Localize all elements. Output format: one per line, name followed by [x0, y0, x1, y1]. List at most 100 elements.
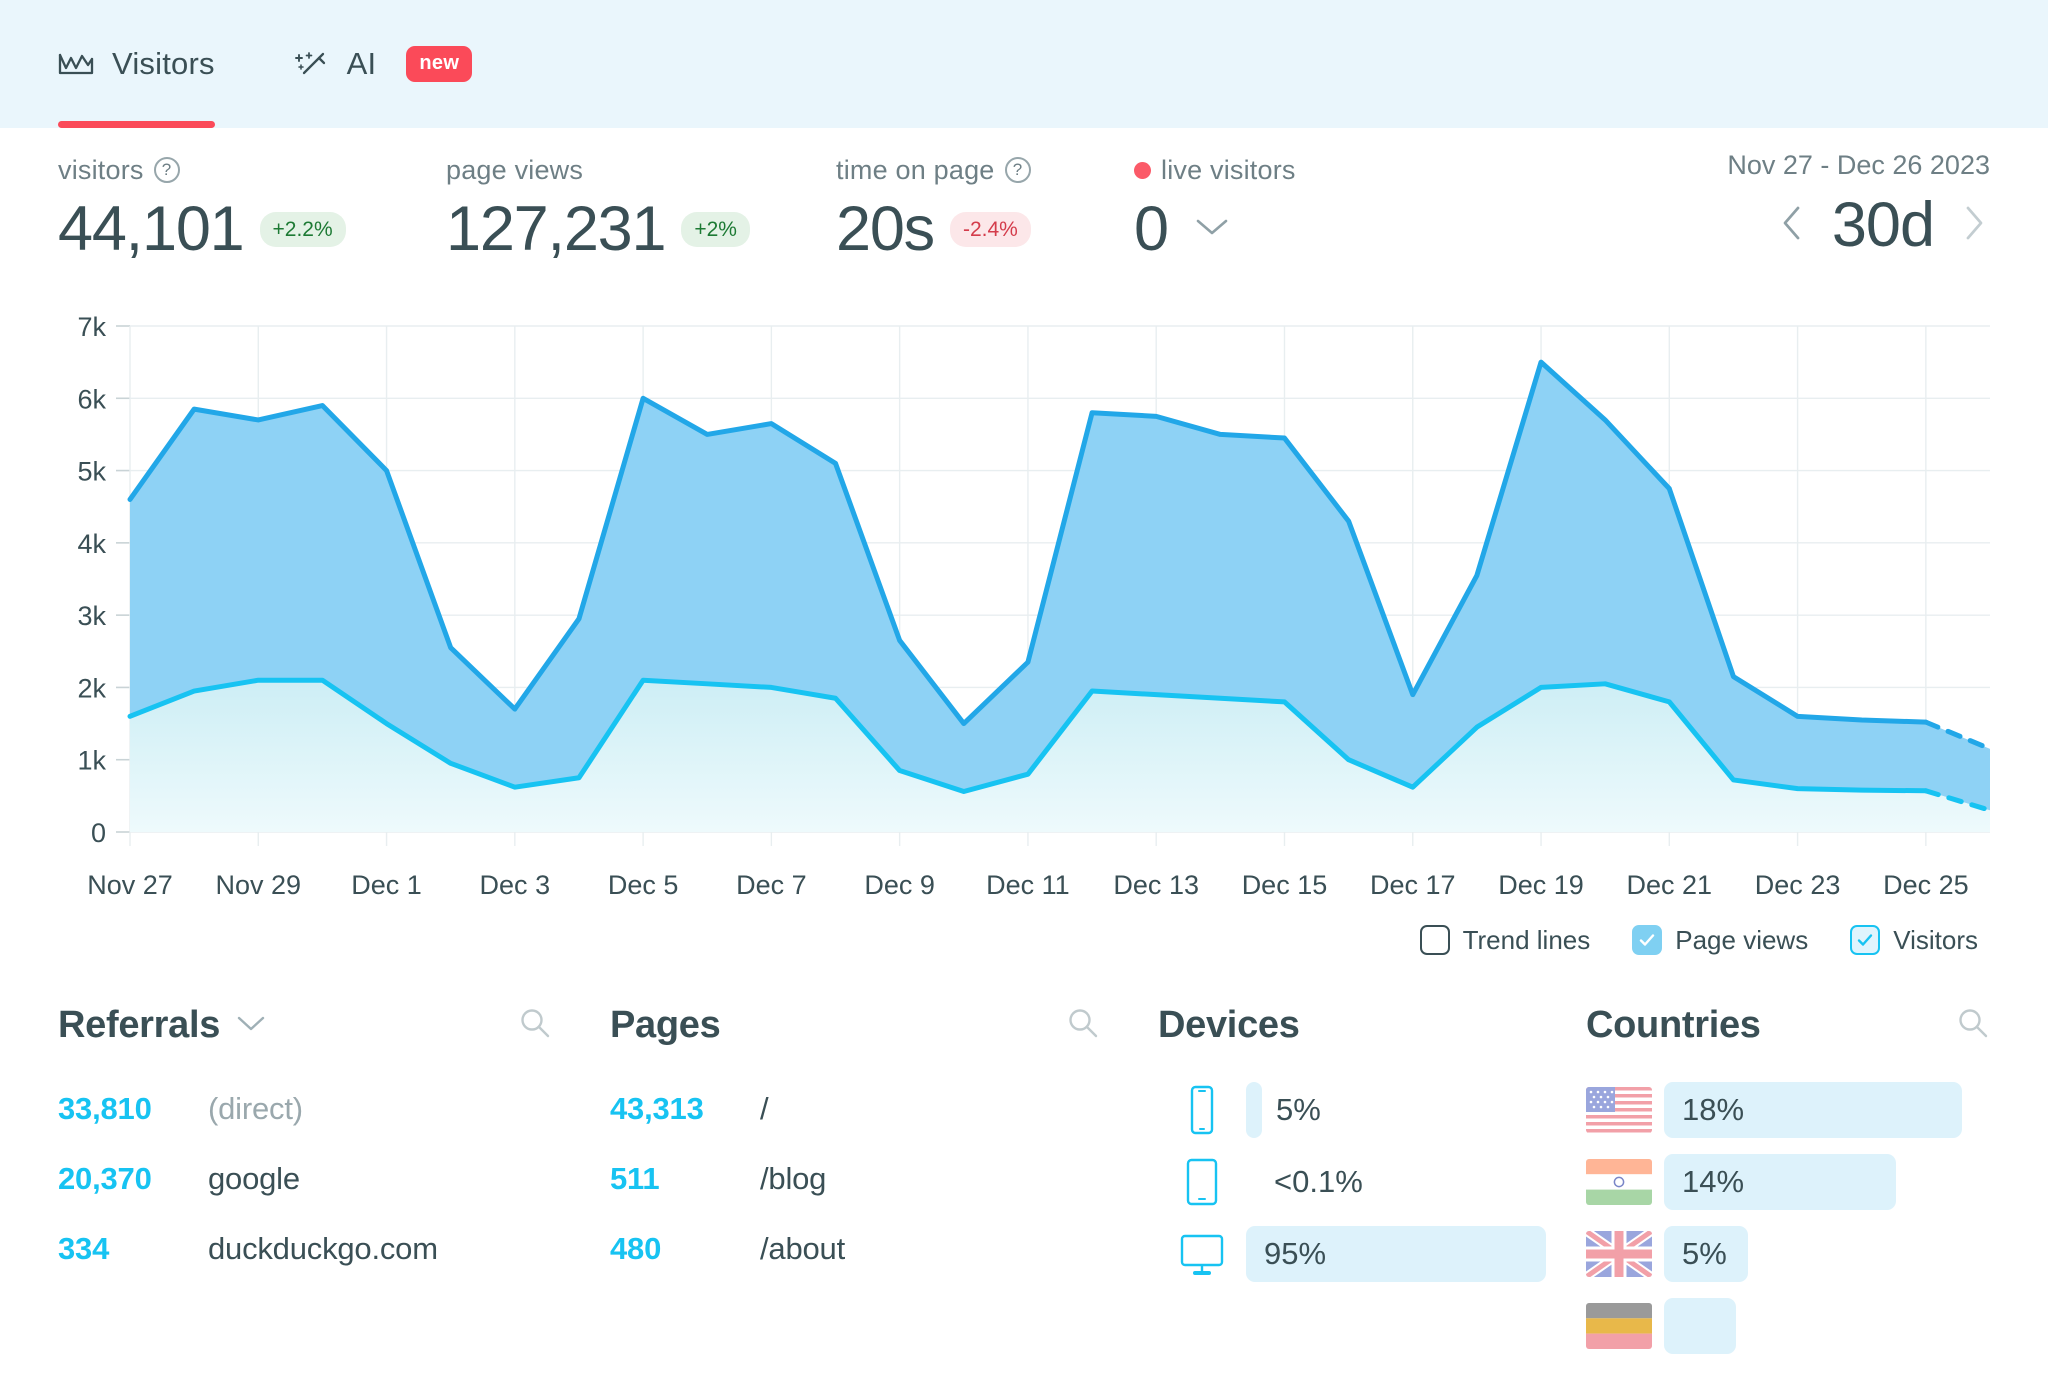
svg-text:Dec 25: Dec 25	[1883, 870, 1969, 900]
referral-label: (direct)	[208, 1091, 303, 1126]
device-row[interactable]: <0.1%	[1158, 1146, 1586, 1218]
legend-page-views[interactable]: Page views	[1632, 925, 1808, 956]
device-row[interactable]: 95%	[1158, 1218, 1586, 1290]
svg-text:Dec 7: Dec 7	[736, 870, 807, 900]
stat-time-on-page: time on page ? 20s -2.4%	[836, 150, 1134, 261]
stat-live-visitors-label: live visitors	[1161, 154, 1296, 185]
panel-pages-head: Pages	[610, 994, 1158, 1056]
stat-time-on-page-head: time on page ?	[836, 150, 1134, 190]
panel-referrals-head: Referrals	[58, 994, 610, 1056]
page-count: 43,313	[610, 1091, 704, 1126]
panel-countries-title: Countries	[1586, 1003, 1761, 1046]
page-count: 511	[610, 1161, 660, 1196]
device-bar	[1246, 1082, 1262, 1138]
referral-count: 20,370	[58, 1161, 152, 1196]
country-row[interactable]	[1586, 1290, 1990, 1362]
tablet-icon	[1158, 1156, 1246, 1208]
search-icon[interactable]	[518, 1006, 552, 1045]
svg-text:2k: 2k	[77, 673, 106, 703]
help-icon[interactable]: ?	[153, 157, 180, 183]
svg-text:4k: 4k	[77, 529, 106, 559]
device-percent: <0.1%	[1274, 1164, 1363, 1199]
tab-ai-label: AI	[346, 46, 377, 81]
page-row[interactable]: 480 /about	[610, 1214, 1158, 1284]
date-range-value[interactable]: 30d	[1832, 194, 1935, 257]
device-percent: 5%	[1276, 1092, 1321, 1127]
page-row[interactable]: 511 /blog	[610, 1144, 1158, 1214]
tab-active-indicator	[58, 121, 215, 128]
date-range-label: Nov 27 - Dec 26 2023	[1727, 150, 1990, 180]
referral-count: 33,810	[58, 1091, 152, 1126]
svg-text:Dec 3: Dec 3	[480, 870, 551, 900]
svg-text:Nov 29: Nov 29	[215, 870, 301, 900]
svg-text:3k: 3k	[77, 601, 106, 631]
new-badge: new	[406, 46, 473, 82]
tab-visitors[interactable]: Visitors	[58, 0, 215, 128]
svg-text:5k: 5k	[77, 457, 106, 487]
tab-ai[interactable]: AI new	[293, 0, 473, 128]
referral-row[interactable]: 33,810 (direct)	[58, 1074, 610, 1144]
checkbox-trend-lines[interactable]	[1419, 925, 1450, 955]
chart-legend: Trend lines Page views Visitors	[0, 908, 2048, 966]
panel-countries-head: Countries	[1586, 994, 1990, 1056]
chart-svg[interactable]: 0 1k 2k 3k 4k 5k 6k 7k Nov 27 Nov 29 Dec 1 Dec 3 De…	[58, 308, 1990, 908]
page-count: 480	[610, 1231, 662, 1266]
panel-devices: Devices 5% <0.1% 95%	[1158, 994, 1586, 1362]
stat-time-on-page-label: time on page	[836, 154, 995, 185]
country-row[interactable]: 14%	[1586, 1146, 1990, 1218]
checkbox-visitors[interactable]	[1850, 925, 1881, 955]
stat-time-on-page-body: 20s -2.4%	[836, 198, 1134, 261]
chart-areas	[130, 362, 1990, 832]
stat-time-on-page-value: 20s	[836, 194, 935, 264]
date-range-selector: Nov 27 - Dec 26 2023 30d	[1727, 150, 1990, 257]
chart-x-axis-labels: Nov 27 Nov 29 Dec 1 Dec 3 Dec 5 Dec 7 Dec 9 Dec…	[87, 870, 1968, 900]
svg-text:Nov 27: Nov 27	[87, 870, 173, 900]
stat-visitors-head: visitors ?	[58, 150, 446, 190]
device-percent: 95%	[1264, 1236, 1327, 1271]
svg-text:1k: 1k	[77, 746, 106, 776]
panel-referrals-title: Referrals	[58, 1003, 221, 1046]
stat-visitors-label: visitors	[58, 154, 144, 185]
chevron-right-icon[interactable]	[1956, 201, 1990, 250]
stat-live-visitors-head: live visitors	[1134, 150, 1434, 190]
svg-text:Dec 9: Dec 9	[864, 870, 935, 900]
chevron-down-icon[interactable]	[1192, 214, 1232, 245]
help-icon[interactable]: ?	[1004, 157, 1031, 183]
chart-y-axis-labels: 0 1k 2k 3k 4k 5k 6k 7k	[77, 312, 106, 848]
chart-line-icon	[58, 51, 94, 77]
checkbox-page-views[interactable]	[1632, 925, 1663, 955]
country-bar: 14%	[1664, 1154, 1896, 1210]
country-bar: 18%	[1664, 1082, 1962, 1138]
page-row[interactable]: 43,313 /	[610, 1074, 1158, 1144]
svg-text:6k: 6k	[77, 384, 106, 414]
check-icon	[1640, 934, 1655, 946]
device-row[interactable]: 5%	[1158, 1074, 1586, 1146]
search-icon[interactable]	[1956, 1006, 1990, 1045]
stat-visitors-delta: +2.2%	[259, 212, 346, 247]
country-bar	[1664, 1298, 1736, 1354]
stat-live-visitors: live visitors 0	[1134, 150, 1434, 261]
breakdown-panels: Referrals 33,810 (direct) 20,370 google …	[0, 966, 2048, 1362]
legend-page-views-label: Page views	[1675, 924, 1809, 955]
page-label: /blog	[760, 1161, 827, 1196]
stat-page-views-delta: +2%	[681, 212, 750, 247]
referral-label: duckduckgo.com	[208, 1231, 438, 1266]
panel-devices-title: Devices	[1158, 1003, 1300, 1046]
flag-in-icon	[1586, 1159, 1652, 1205]
visitors-chart[interactable]: 0 1k 2k 3k 4k 5k 6k 7k Nov 27 Nov 29 Dec 1 Dec 3 De…	[0, 308, 2048, 908]
referral-row[interactable]: 334 duckduckgo.com	[58, 1214, 610, 1284]
country-row[interactable]: 18%	[1586, 1074, 1990, 1146]
chevron-down-icon[interactable]	[234, 1011, 268, 1040]
legend-trend-lines-label: Trend lines	[1462, 924, 1591, 955]
legend-trend-lines[interactable]: Trend lines	[1419, 924, 1591, 956]
stat-page-views: page views 127,231 +2%	[446, 150, 836, 261]
legend-visitors[interactable]: Visitors	[1850, 925, 1978, 956]
referral-row[interactable]: 20,370 google	[58, 1144, 610, 1214]
country-row[interactable]: 5%	[1586, 1218, 1990, 1290]
svg-text:Dec 19: Dec 19	[1498, 870, 1584, 900]
search-icon[interactable]	[1066, 1006, 1100, 1045]
panel-pages: Pages 43,313 / 511 /blog 480 /about	[610, 994, 1158, 1362]
svg-text:0: 0	[91, 818, 106, 848]
svg-text:Dec 5: Dec 5	[608, 870, 679, 900]
chevron-left-icon[interactable]	[1776, 201, 1810, 250]
